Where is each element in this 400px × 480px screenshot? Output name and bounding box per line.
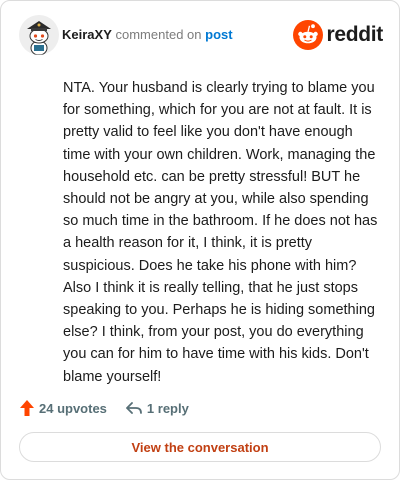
username[interactable]: KeiraXY <box>62 27 112 42</box>
upvote-button[interactable]: 24 upvotes <box>19 399 107 417</box>
upvote-arrow-icon <box>20 400 34 416</box>
upvote-count: 24 upvotes <box>39 400 107 416</box>
reply-count: 1 reply <box>146 400 189 416</box>
comment-card: KeiraXY commented on post reddit NTA. Yo… <box>0 0 400 480</box>
comment-header: KeiraXY commented on post reddit <box>19 15 383 55</box>
view-conversation-button[interactable]: View the conversation <box>19 432 381 462</box>
user-avatar[interactable] <box>19 15 59 55</box>
reddit-wordmark: reddit <box>326 23 383 46</box>
post-link[interactable]: post <box>205 27 232 42</box>
comment-body: NTA. Your husband is clearly trying to b… <box>63 80 378 385</box>
reddit-logo-icon <box>293 20 324 50</box>
reddit-brand[interactable]: reddit <box>293 19 383 51</box>
snoo-avatar-icon <box>19 15 59 55</box>
comment-actions: 24 upvotes 1 reply <box>19 397 189 419</box>
byline-action: commented on <box>115 27 202 42</box>
reply-button[interactable]: 1 reply <box>125 400 189 416</box>
byline: KeiraXY commented on post <box>62 27 233 42</box>
reply-arrow-icon <box>126 402 142 414</box>
